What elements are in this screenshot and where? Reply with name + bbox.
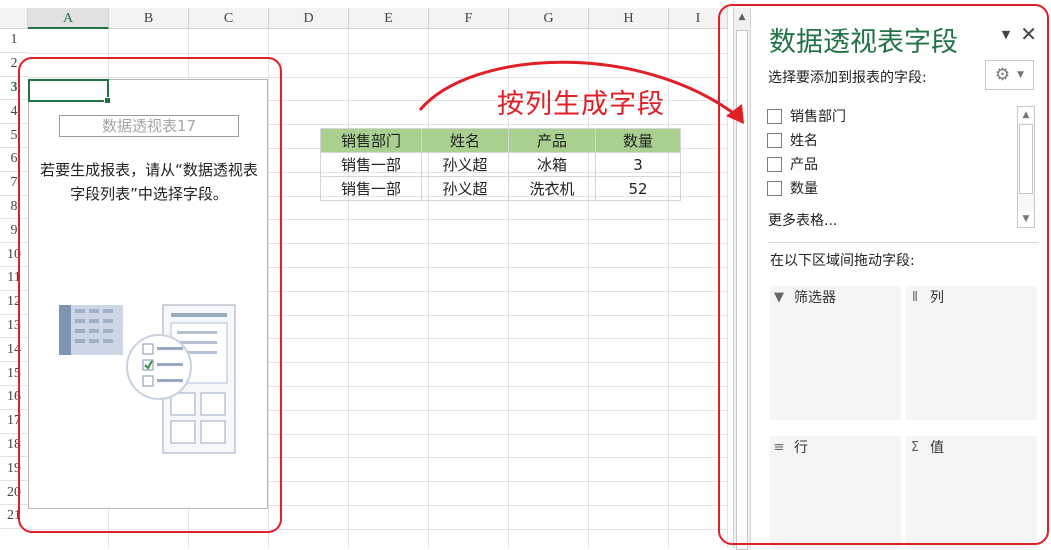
table-cell[interactable]: 洗衣机 [508, 176, 596, 201]
table-row: 销售一部 孙义超 冰箱 3 [320, 152, 681, 177]
source-data-table: 销售部门 姓名 产品 数量 销售一部 孙义超 冰箱 3 销售一部 孙义超 洗衣机… [320, 128, 681, 201]
column-header[interactable]: E [349, 8, 429, 29]
table-row: 销售一部 孙义超 洗衣机 52 [320, 176, 681, 201]
grid-row-line [28, 52, 728, 54]
grid-column-line [428, 29, 429, 548]
grid-column-line [348, 29, 349, 548]
table-cell[interactable]: 销售一部 [320, 152, 422, 177]
table-header[interactable]: 姓名 [421, 128, 509, 153]
table-cell[interactable]: 52 [595, 176, 681, 201]
column-header[interactable]: B [109, 8, 189, 29]
column-header[interactable]: C [189, 8, 269, 29]
table-cell[interactable]: 孙义超 [421, 176, 509, 201]
table-header[interactable]: 销售部门 [320, 128, 422, 153]
table-cell[interactable]: 3 [595, 152, 681, 177]
select-all-corner[interactable] [0, 8, 28, 29]
table-cell[interactable]: 销售一部 [320, 176, 422, 201]
column-header[interactable]: D [269, 8, 349, 29]
column-header[interactable]: A [28, 8, 109, 29]
annotation-label: 按列生成字段 [497, 89, 665, 120]
table-cell[interactable]: 孙义超 [421, 152, 509, 177]
grid-column-line [668, 29, 669, 548]
column-header[interactable]: G [509, 8, 589, 29]
table-header[interactable]: 产品 [508, 128, 596, 153]
table-cell[interactable]: 冰箱 [508, 152, 596, 177]
column-header[interactable]: F [429, 8, 509, 29]
highlight-box-pivot [18, 57, 282, 533]
row-header[interactable]: 1 [0, 29, 28, 53]
column-header[interactable]: H [589, 8, 669, 29]
table-header[interactable]: 数量 [595, 128, 681, 153]
highlight-box-field-panel [718, 4, 1049, 545]
